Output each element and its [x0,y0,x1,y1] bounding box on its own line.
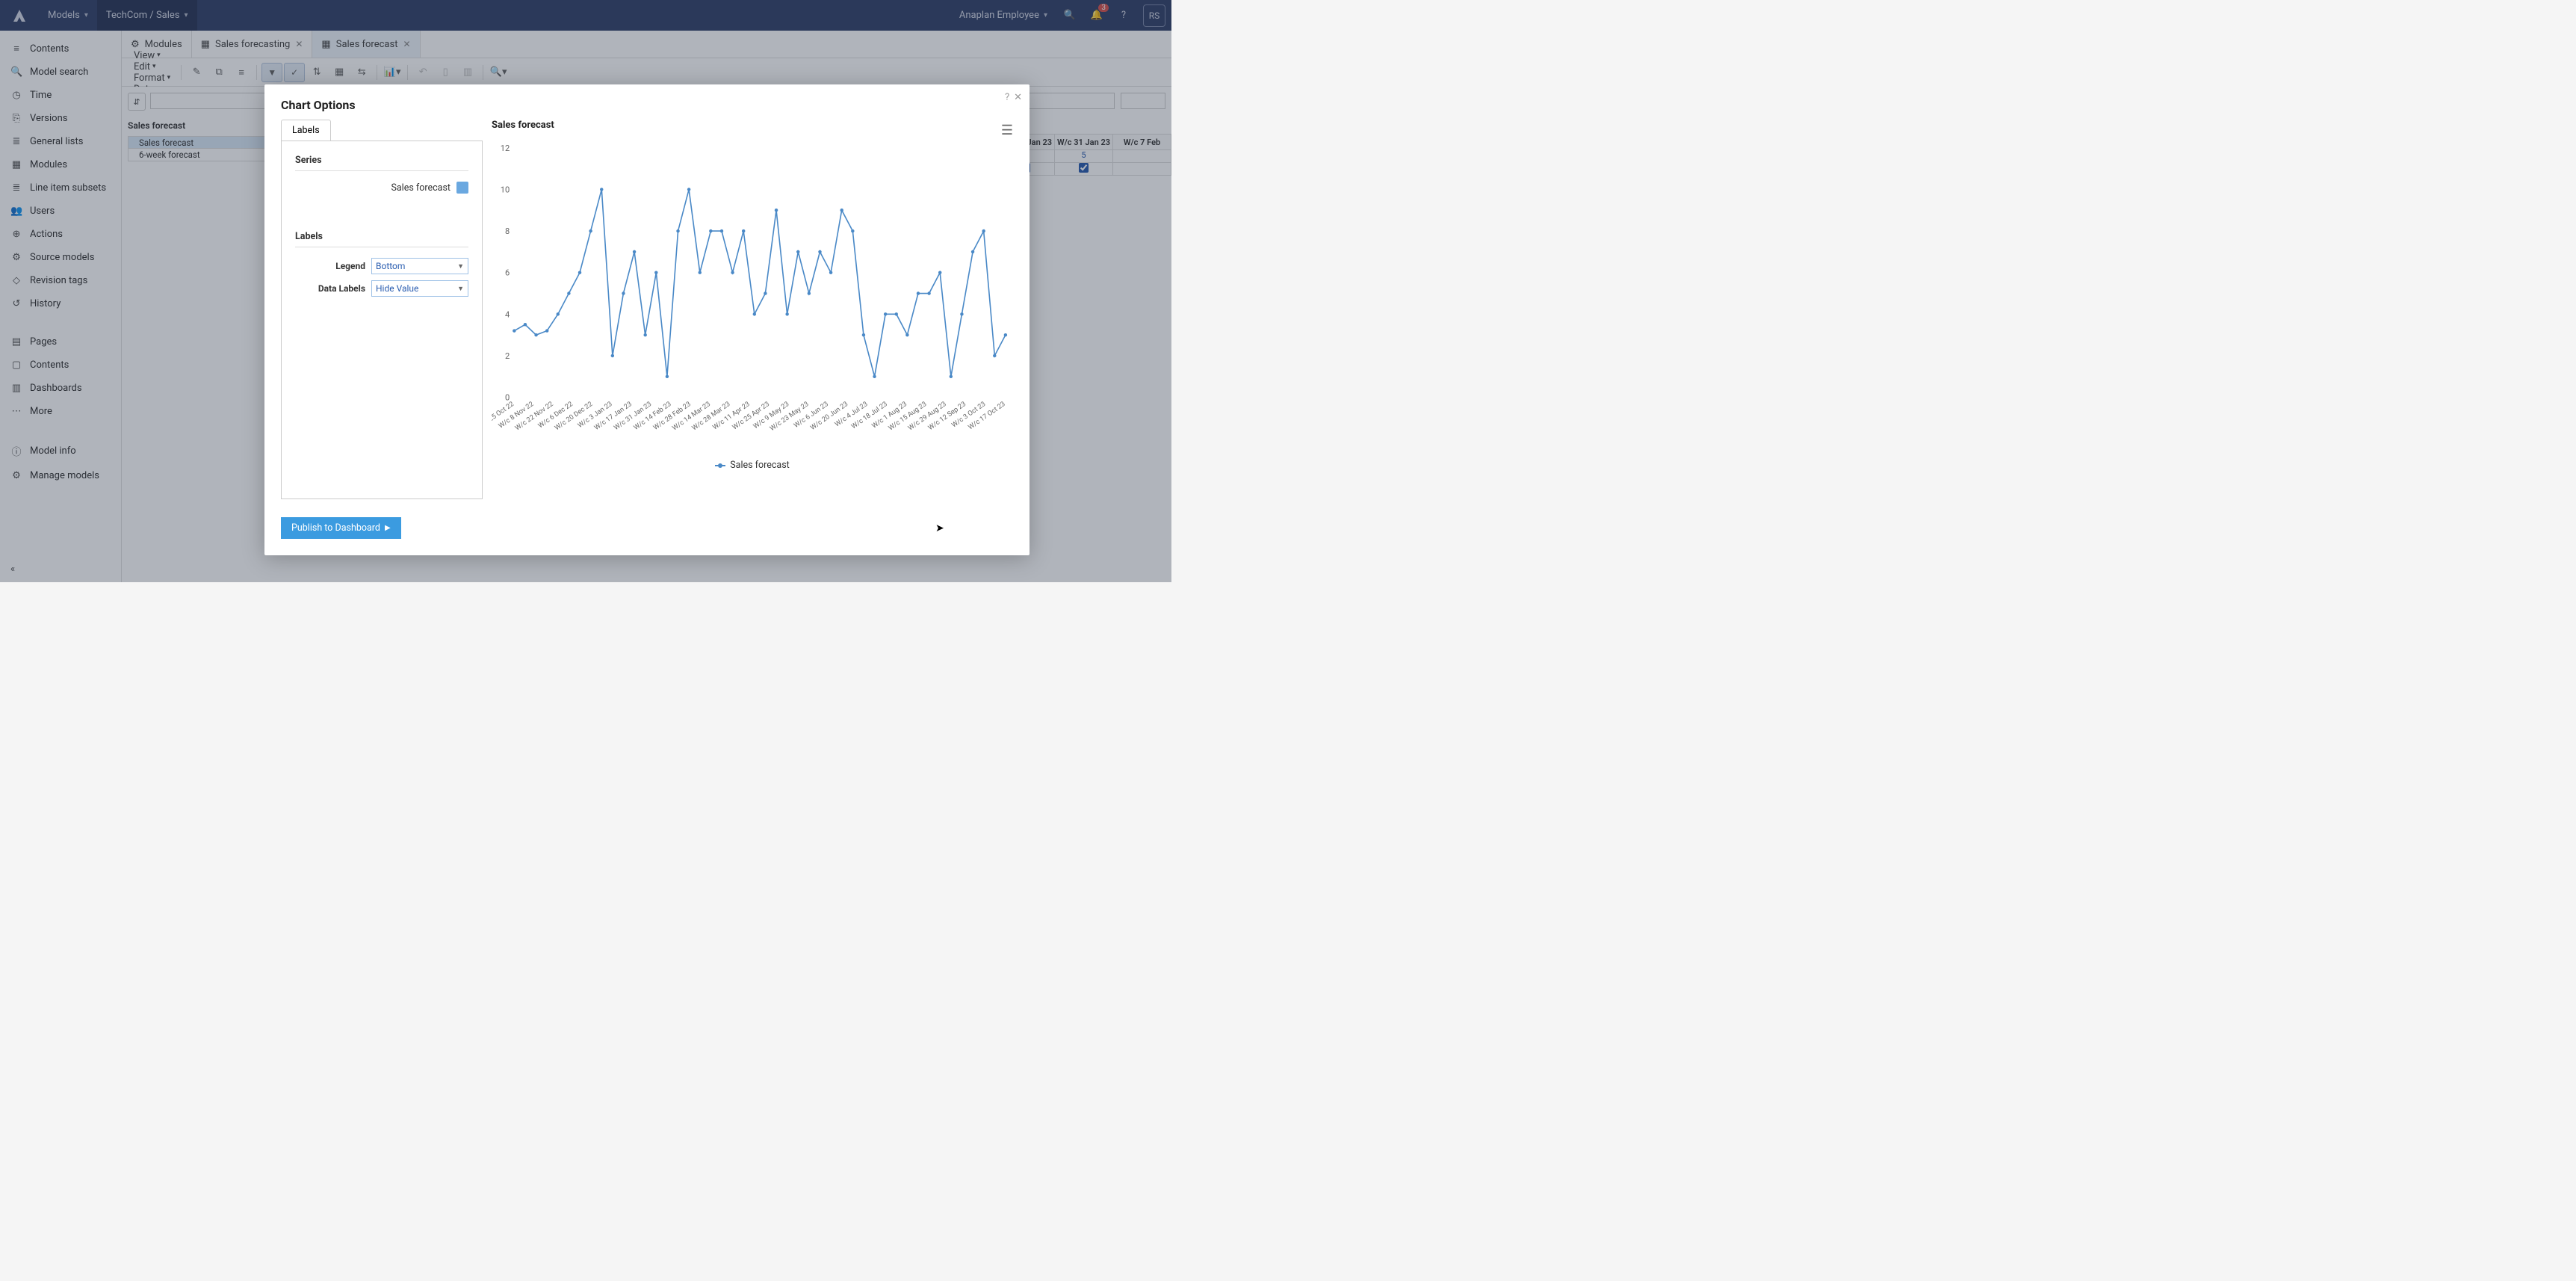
chevron-down-icon: ▼ [457,285,464,293]
modal-overlay: ? ✕ Chart Options Labels Series Sales fo… [0,0,1171,582]
data-labels-label: Data Labels [306,283,365,294]
dialog-title: Chart Options [264,84,1030,120]
legend-select[interactable]: Bottom▼ [371,258,468,274]
chart-legend: Sales forecast [492,460,1013,471]
series-color-swatch[interactable] [456,182,468,194]
dialog-help-icon[interactable]: ? [1005,92,1009,103]
chart-title: Sales forecast [492,120,1013,131]
chevron-right-icon: ▶ [385,524,391,532]
svg-text:6: 6 [505,268,510,278]
labels-tab[interactable]: Labels [281,120,331,141]
chart-menu-icon[interactable]: ☰ [1001,123,1013,138]
series-name: Sales forecast [391,182,451,194]
svg-text:4: 4 [505,309,510,319]
series-section-header: Series [295,155,468,166]
publish-to-dashboard-button[interactable]: Publish to Dashboard▶ [281,517,401,539]
svg-text:0: 0 [505,393,510,403]
legend-label: Legend [306,261,365,271]
dialog-close-icon[interactable]: ✕ [1014,92,1022,103]
chart-canvas: 024681012W/c 25 Oct 22W/c 8 Nov 22W/c 22… [492,131,1013,452]
labels-section-header: Labels [295,231,468,242]
svg-text:10: 10 [501,185,510,194]
data-labels-select[interactable]: Hide Value▼ [371,280,468,297]
svg-text:2: 2 [505,351,510,361]
svg-text:12: 12 [501,143,510,153]
chevron-down-icon: ▼ [457,262,464,271]
svg-text:8: 8 [505,226,510,236]
chart-options-dialog: ? ✕ Chart Options Labels Series Sales fo… [264,84,1030,555]
